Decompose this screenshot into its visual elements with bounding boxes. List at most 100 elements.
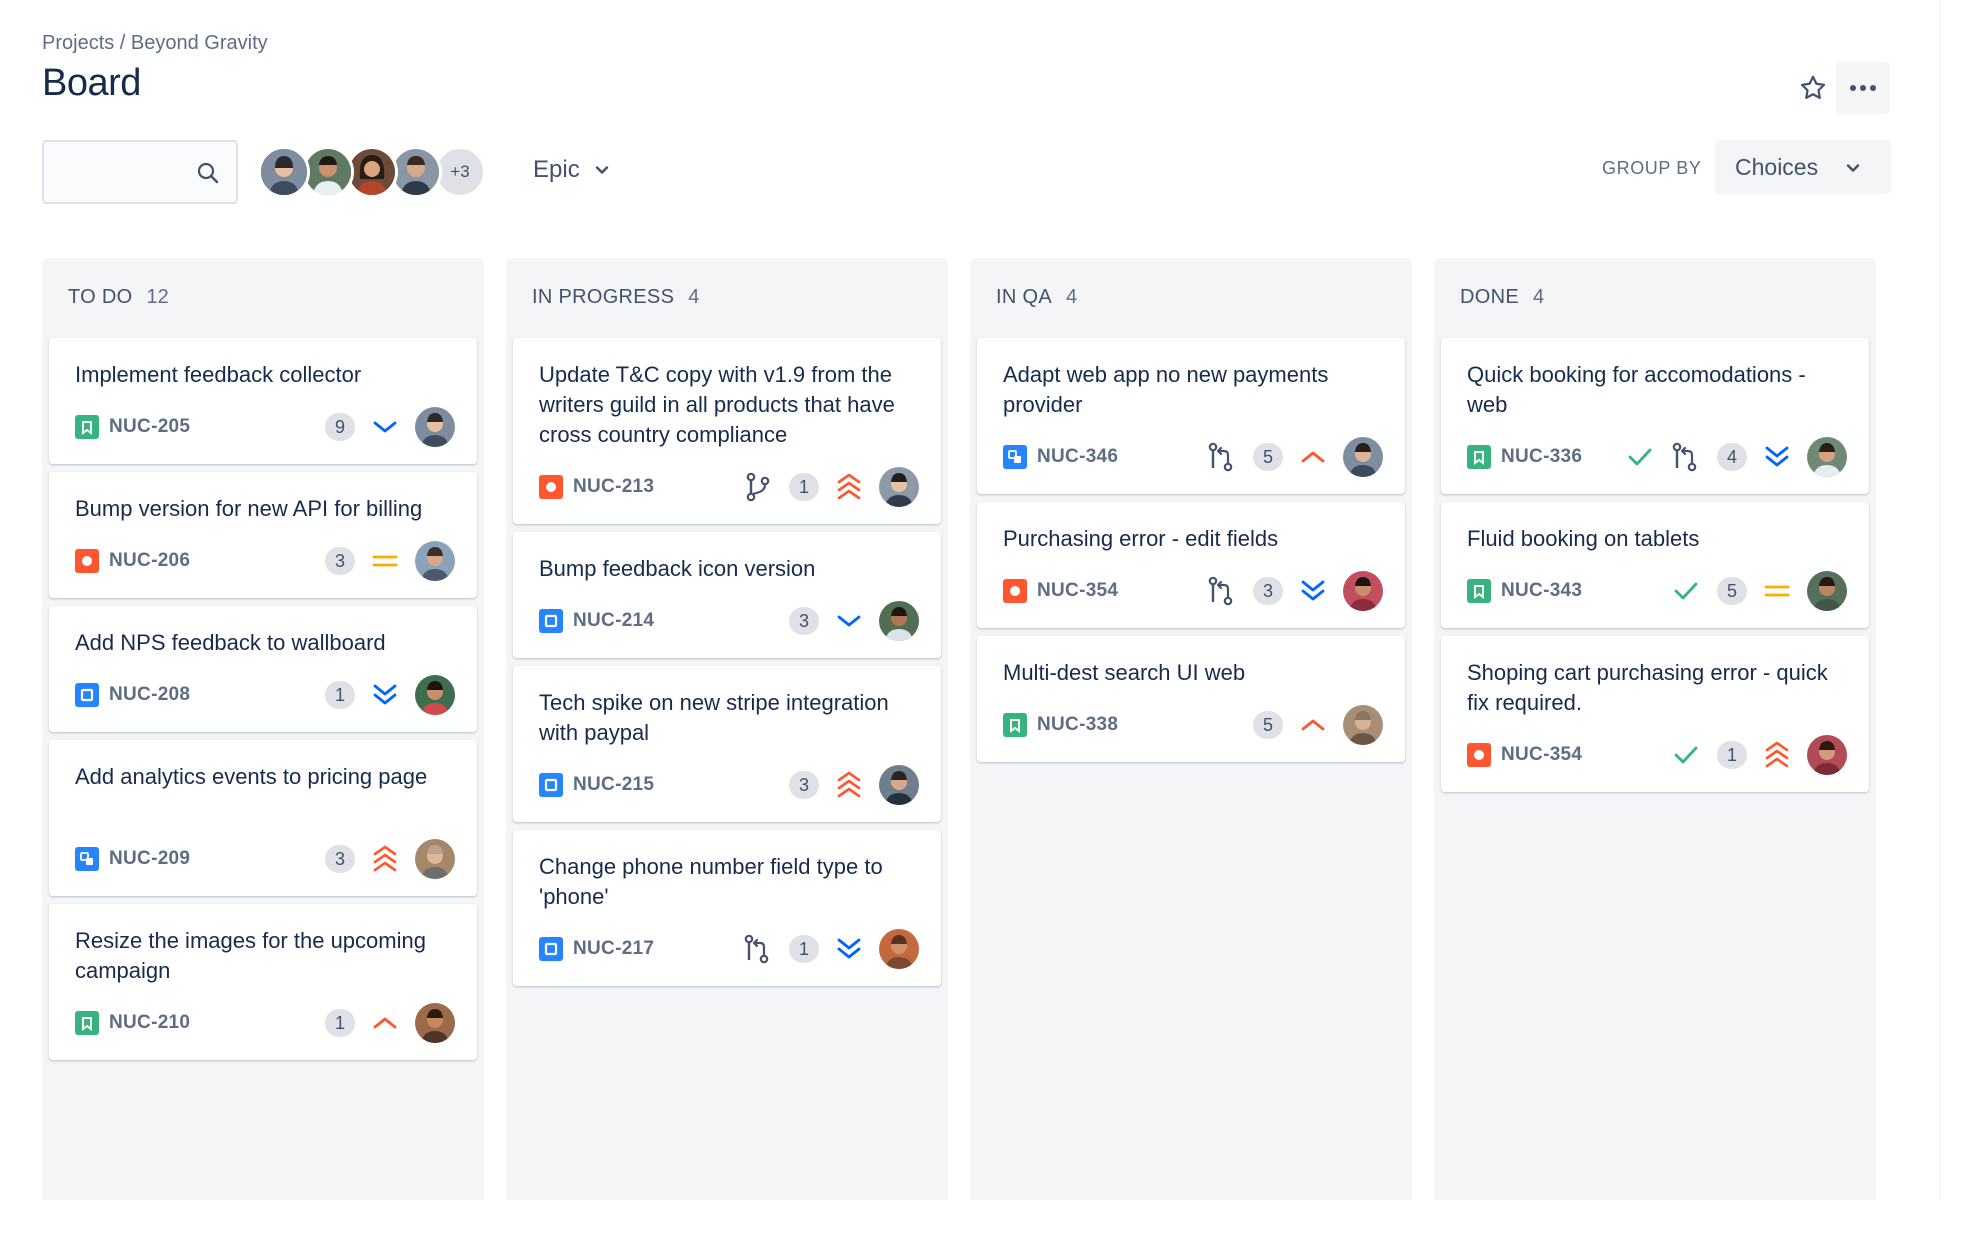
assignee-avatar[interactable] [1343,705,1383,745]
card-title: Bump version for new API for billing [75,496,423,521]
assignee-avatar[interactable] [1807,437,1847,477]
card-footer: NUC-354 3 [1003,570,1383,612]
card-footer: NUC-343 5 [1467,570,1847,612]
assignee-avatar[interactable] [1807,735,1847,775]
story-points-badge: 3 [789,607,819,635]
assignee-avatar[interactable] [879,765,919,805]
pull-request-icon[interactable] [1207,442,1235,472]
assignee-avatar[interactable] [879,467,919,507]
issue-key[interactable]: NUC-217 [573,938,654,960]
story-icon [1003,713,1027,737]
issue-key[interactable]: NUC-205 [109,416,190,438]
card-title: Purchasing error - edit fields [1003,526,1279,551]
issue-key[interactable]: NUC-354 [1501,744,1582,766]
issue-key[interactable]: NUC-215 [573,774,654,796]
issue-key[interactable]: NUC-208 [109,684,190,706]
search-input[interactable] [44,142,184,202]
card-footer: NUC-338 5 [1003,704,1383,746]
issue-card[interactable]: Adapt web app no new payments provider NU… [977,338,1405,494]
issue-key[interactable]: NUC-210 [109,1012,190,1034]
issue-key[interactable]: NUC-206 [109,550,190,572]
card-title: Implement feedback collector [75,362,362,387]
priority-high-icon [1299,711,1327,739]
pull-request-icon[interactable] [1671,442,1699,472]
story-points-badge: 1 [1717,741,1747,769]
star-button[interactable] [1793,68,1833,108]
assignee-avatar[interactable] [1343,437,1383,477]
issue-key[interactable]: NUC-336 [1501,446,1582,468]
assignee-avatar[interactable] [1343,571,1383,611]
pull-request-icon[interactable] [1207,576,1235,606]
card-footer: NUC-217 1 [539,928,919,970]
assignee-avatar[interactable] [879,929,919,969]
issue-key[interactable]: NUC-346 [1037,446,1118,468]
priority-medium-icon [371,547,399,575]
column-title: IN QA [996,286,1052,308]
issue-card[interactable]: Add analytics events to pricing page NUC-… [49,740,477,896]
card-footer: NUC-208 1 [75,674,455,716]
issue-key[interactable]: NUC-354 [1037,580,1118,602]
assignee-avatar[interactable] [415,541,455,581]
more-actions-button[interactable] [1836,62,1890,114]
card-title: Add NPS feedback to wallboard [75,630,386,655]
epic-filter-label: Epic [533,156,580,183]
card-footer: NUC-215 3 [539,764,919,806]
priority-highest-icon [371,845,399,873]
issue-card[interactable]: Change phone number field type to 'phone… [513,830,941,986]
chevron-down-icon [1846,164,1860,172]
group-by-select[interactable]: Choices [1715,140,1891,194]
check-icon [1673,581,1699,601]
issue-card[interactable]: Implement feedback collector NUC-205 9 [49,338,477,464]
story-points-badge: 1 [789,473,819,501]
search-field[interactable] [42,140,238,204]
issue-card[interactable]: Resize the images for the upcoming campa… [49,904,477,1060]
issue-card[interactable]: Tech spike on new stripe integration wit… [513,666,941,822]
issue-key[interactable]: NUC-209 [109,848,190,870]
assignee-avatar[interactable] [415,839,455,879]
story-icon [1467,579,1491,603]
task-icon [539,773,563,797]
issue-card[interactable]: Add NPS feedback to wallboard NUC-208 1 [49,606,477,732]
issue-card[interactable]: Update T&C copy with v1.9 from the write… [513,338,941,524]
assignee-avatar[interactable] [415,407,455,447]
issue-key[interactable]: NUC-213 [573,476,654,498]
board-column: IN PROGRESS 4 Update T&C copy with v1.9 fr… [506,258,948,1200]
issue-card[interactable]: Multi-dest search UI web NUC-338 5 [977,636,1405,762]
card-title: Quick booking for accomodations - web [1467,362,1806,417]
column-count: 4 [688,286,700,308]
column-count: 4 [1065,286,1078,308]
issue-key[interactable]: NUC-343 [1501,580,1582,602]
issue-card[interactable]: Fluid booking on tablets NUC-343 5 [1441,502,1869,628]
assignee-avatar[interactable] [879,601,919,641]
breadcrumb[interactable]: Projects / Beyond Gravity [42,32,268,55]
card-footer: NUC-354 1 [1467,734,1847,776]
assignee-filter[interactable]: +3 [258,146,486,198]
check-icon [1673,745,1699,765]
assignee-avatar[interactable] [415,675,455,715]
card-footer: NUC-210 1 [75,1002,455,1044]
issue-key[interactable]: NUC-214 [573,610,654,632]
story-points-badge: 9 [325,413,355,441]
branch-icon[interactable] [745,472,771,502]
card-title: Adapt web app no new payments provider [1003,362,1329,417]
column-title: IN PROGRESS [532,286,675,308]
issue-card[interactable]: Shoping cart purchasing error - quick fi… [1441,636,1869,792]
assignee-avatar[interactable] [1807,571,1847,611]
pull-request-icon[interactable] [743,934,771,964]
issue-card[interactable]: Bump version for new API for billing NUC-… [49,472,477,598]
epic-filter-dropdown[interactable]: Epic [533,156,610,184]
assignee-avatar[interactable] [415,1003,455,1043]
group-by-value: Choices [1735,153,1819,180]
bug-icon [1003,579,1027,603]
avatar[interactable] [258,146,310,198]
priority-medium-icon [1763,577,1791,605]
column-header: TO DO 12 [68,286,169,309]
issue-card[interactable]: Quick booking for accomodations - web NUC… [1441,338,1869,494]
story-points-badge: 3 [1253,577,1283,605]
card-footer: NUC-206 3 [75,540,455,582]
star-icon [1800,75,1826,99]
issue-key[interactable]: NUC-338 [1037,714,1118,736]
issue-card[interactable]: Bump feedback icon version NUC-214 3 [513,532,941,658]
issue-card[interactable]: Purchasing error - edit fields NUC-354 3 [977,502,1405,628]
column-title: DONE [1460,286,1519,308]
